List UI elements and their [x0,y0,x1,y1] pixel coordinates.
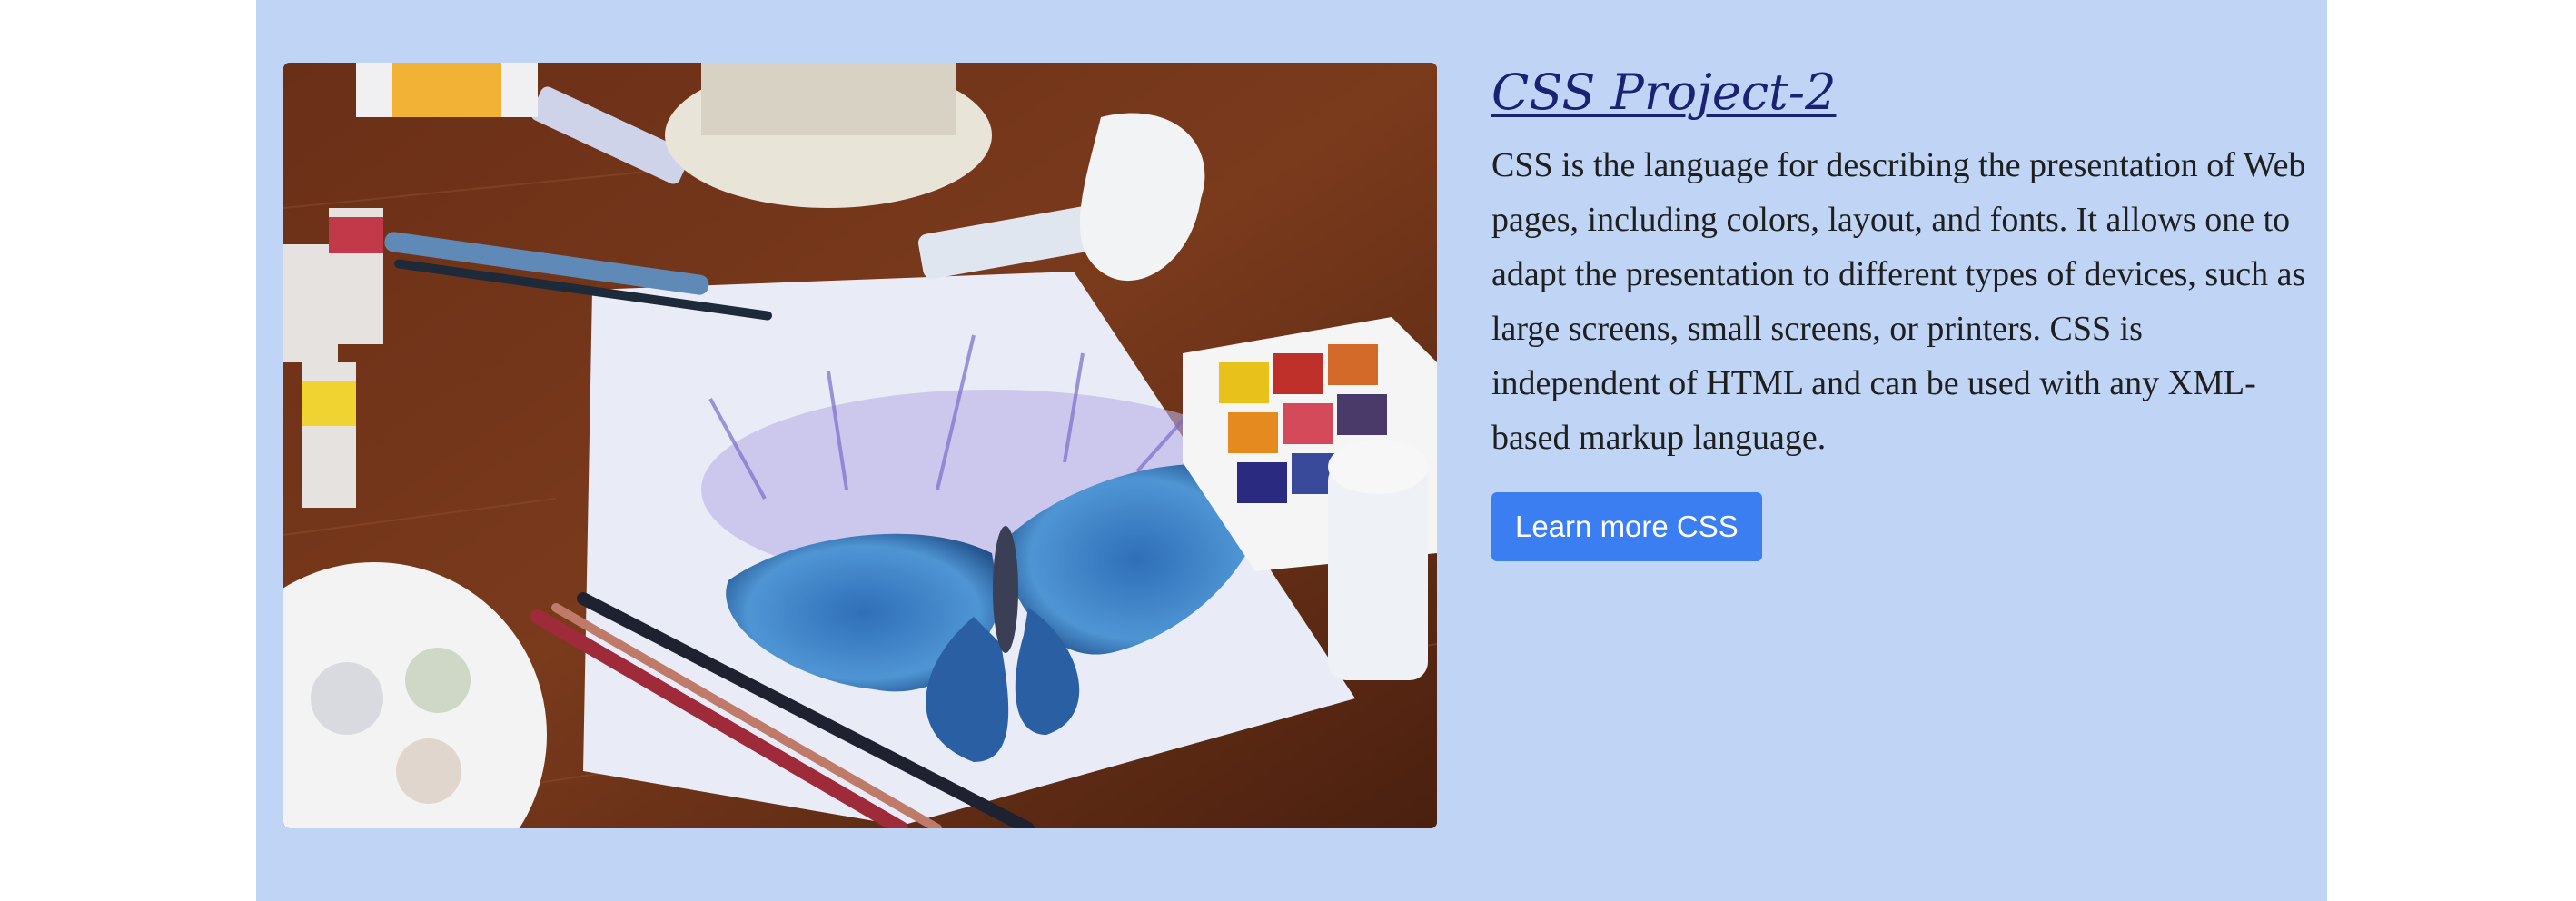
watercolor-butterfly-photo [283,63,1437,828]
project-card: CSS Project-2 CSS is the language for de… [256,0,2327,901]
project-description: CSS is the language for describing the p… [1491,146,2306,457]
learn-more-button[interactable]: Learn more CSS [1491,492,1762,561]
project-content: CSS Project-2 CSS is the language for de… [1491,60,2309,561]
project-title-link[interactable]: CSS Project-2 [1491,60,1836,125]
project-image [283,63,1437,828]
